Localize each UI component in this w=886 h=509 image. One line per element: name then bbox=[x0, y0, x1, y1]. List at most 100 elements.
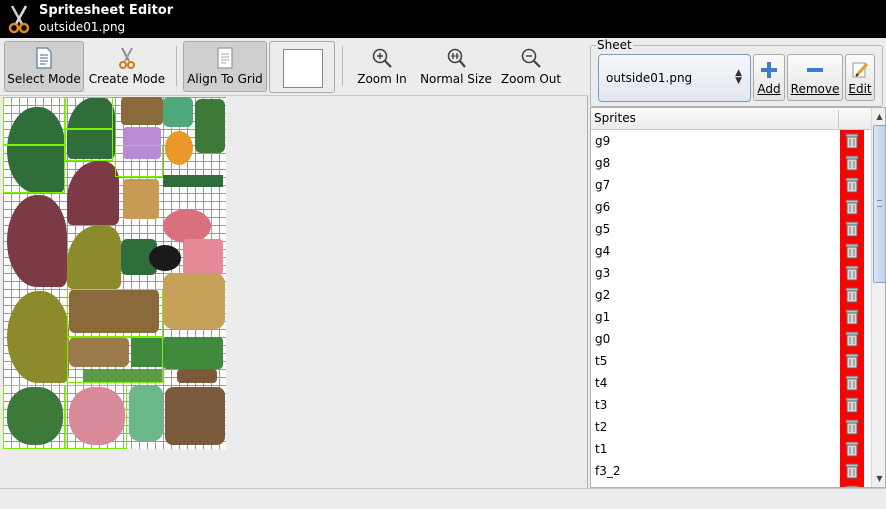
align-to-grid-label: Align To Grid bbox=[187, 72, 263, 86]
delete-sprite-button[interactable] bbox=[840, 196, 864, 218]
trash-icon bbox=[845, 309, 859, 325]
delete-sprite-button[interactable] bbox=[840, 350, 864, 372]
sprite-name: g2 bbox=[595, 288, 611, 302]
sprite-selection-box[interactable] bbox=[3, 385, 65, 449]
sprite-log bbox=[121, 97, 163, 125]
trash-icon bbox=[845, 221, 859, 237]
sprite-selection-box[interactable] bbox=[115, 145, 163, 177]
sprite-selection-box[interactable] bbox=[67, 337, 163, 383]
normal-size-label: Normal Size bbox=[420, 72, 492, 86]
plus-icon bbox=[761, 62, 777, 78]
list-item[interactable]: f3_2 bbox=[591, 460, 871, 482]
list-item[interactable]: g3 bbox=[591, 262, 871, 284]
zoom-out-button[interactable]: Zoom Out bbox=[498, 41, 564, 92]
delete-sprite-button[interactable] bbox=[840, 262, 864, 284]
sprite-statue bbox=[129, 385, 163, 441]
sprite-hedge bbox=[163, 175, 223, 187]
edit-label: Edit bbox=[848, 82, 872, 96]
sprite-selection-box[interactable] bbox=[65, 129, 113, 161]
sprite-selection-box[interactable] bbox=[3, 145, 65, 193]
sprite-red-tree-half bbox=[67, 161, 119, 225]
sprite-bush bbox=[195, 99, 225, 153]
document-icon bbox=[217, 47, 233, 69]
sprite-canvas[interactable] bbox=[0, 96, 588, 488]
sprite-name: g3 bbox=[595, 266, 611, 280]
delete-sprite-button[interactable] bbox=[840, 372, 864, 394]
delete-sprite-button[interactable] bbox=[840, 460, 864, 482]
sprite-orange-gem bbox=[165, 131, 193, 165]
delete-sprite-button[interactable] bbox=[840, 394, 864, 416]
delete-sprite-button[interactable] bbox=[840, 152, 864, 174]
trash-icon bbox=[845, 353, 859, 369]
delete-sprite-button[interactable] bbox=[840, 284, 864, 306]
list-item[interactable]: t3 bbox=[591, 394, 871, 416]
spritesheet-image[interactable] bbox=[3, 97, 226, 449]
list-item[interactable]: g1 bbox=[591, 306, 871, 328]
sprite-selection-box[interactable] bbox=[67, 289, 163, 337]
delete-sprite-button[interactable] bbox=[840, 328, 864, 350]
zoom-in-button[interactable]: Zoom In bbox=[350, 41, 414, 92]
delete-sprite-button[interactable] bbox=[840, 218, 864, 240]
trash-icon bbox=[845, 331, 859, 347]
trash-icon bbox=[845, 397, 859, 413]
trash-icon bbox=[845, 287, 859, 303]
trash-icon bbox=[845, 155, 859, 171]
sprites-list-header[interactable]: Sprites bbox=[591, 108, 871, 130]
updown-arrows-icon: ▲ ▼ bbox=[735, 68, 742, 86]
sprites-list[interactable]: Sprites g9 g8 g7 g6 g5 g4 g3 g2 g1 g0 t5 t4 t3 t2 t1 f3… bbox=[590, 107, 886, 488]
add-sheet-button[interactable]: Add bbox=[753, 54, 785, 101]
list-item[interactable]: g7 bbox=[591, 174, 871, 196]
scroll-up-icon[interactable]: ▲ bbox=[873, 109, 885, 124]
sprite-rocks bbox=[177, 369, 217, 383]
sprite-yellow-tree bbox=[7, 291, 69, 383]
delete-sprite-button[interactable] bbox=[840, 130, 864, 152]
delete-sprite-button[interactable] bbox=[840, 240, 864, 262]
sprite-hole bbox=[149, 245, 181, 271]
select-mode-label: Select Mode bbox=[7, 72, 81, 86]
zoom-in-icon bbox=[372, 48, 392, 68]
delete-sprite-button[interactable] bbox=[840, 438, 864, 460]
trash-icon bbox=[845, 463, 859, 479]
select-mode-button[interactable]: Select Mode bbox=[4, 41, 84, 92]
delete-sprite-button[interactable] bbox=[840, 174, 864, 196]
sprite-selection-box[interactable] bbox=[3, 97, 65, 145]
list-item[interactable]: g8 bbox=[591, 152, 871, 174]
sprite-name: t5 bbox=[595, 354, 608, 368]
list-item[interactable]: g4 bbox=[591, 240, 871, 262]
list-item[interactable]: t1 bbox=[591, 438, 871, 460]
sprite-stump bbox=[163, 273, 225, 329]
align-to-grid-button[interactable]: Align To Grid bbox=[183, 41, 267, 92]
list-item[interactable]: g5 bbox=[591, 218, 871, 240]
add-label: Add bbox=[757, 82, 781, 96]
sprite-name: t1 bbox=[595, 442, 608, 456]
delete-sprite-button[interactable] bbox=[840, 416, 864, 438]
sprite-name: t3 bbox=[595, 398, 608, 412]
sheet-select[interactable]: outside01.png ▲ ▼ bbox=[598, 54, 751, 102]
trash-icon bbox=[845, 441, 859, 457]
list-item[interactable]: t4 bbox=[591, 372, 871, 394]
list-item[interactable]: t2 bbox=[591, 416, 871, 438]
list-item[interactable]: t5 bbox=[591, 350, 871, 372]
create-mode-button[interactable]: Create Mode bbox=[86, 41, 168, 92]
sprite-name: g6 bbox=[595, 200, 611, 214]
sprite-name: t4 bbox=[595, 376, 608, 390]
scroll-down-icon[interactable]: ▼ bbox=[873, 471, 885, 486]
list-item[interactable]: g0 bbox=[591, 328, 871, 350]
column-separator bbox=[838, 110, 839, 128]
sprite-well bbox=[165, 387, 225, 445]
remove-sheet-button[interactable]: Remove bbox=[787, 54, 843, 101]
zoom-in-label: Zoom In bbox=[357, 72, 407, 86]
edit-sheet-button[interactable]: Edit bbox=[845, 54, 875, 101]
normal-size-button[interactable]: Normal Size bbox=[418, 41, 494, 92]
list-item[interactable]: g2 bbox=[591, 284, 871, 306]
list-item[interactable]: g6 bbox=[591, 196, 871, 218]
sprite-selection-box[interactable] bbox=[65, 385, 127, 449]
sprite-selection-box[interactable] bbox=[65, 97, 113, 129]
sprite-name: g9 bbox=[595, 134, 611, 148]
list-item[interactable]: g9 bbox=[591, 130, 871, 152]
background-color-button[interactable] bbox=[269, 41, 335, 93]
sprites-scrollbar[interactable]: ▲ ▼ bbox=[871, 108, 885, 487]
delete-sprite-button[interactable] bbox=[840, 306, 864, 328]
scrollbar-thumb[interactable] bbox=[873, 125, 885, 283]
sprite-name: g8 bbox=[595, 156, 611, 170]
